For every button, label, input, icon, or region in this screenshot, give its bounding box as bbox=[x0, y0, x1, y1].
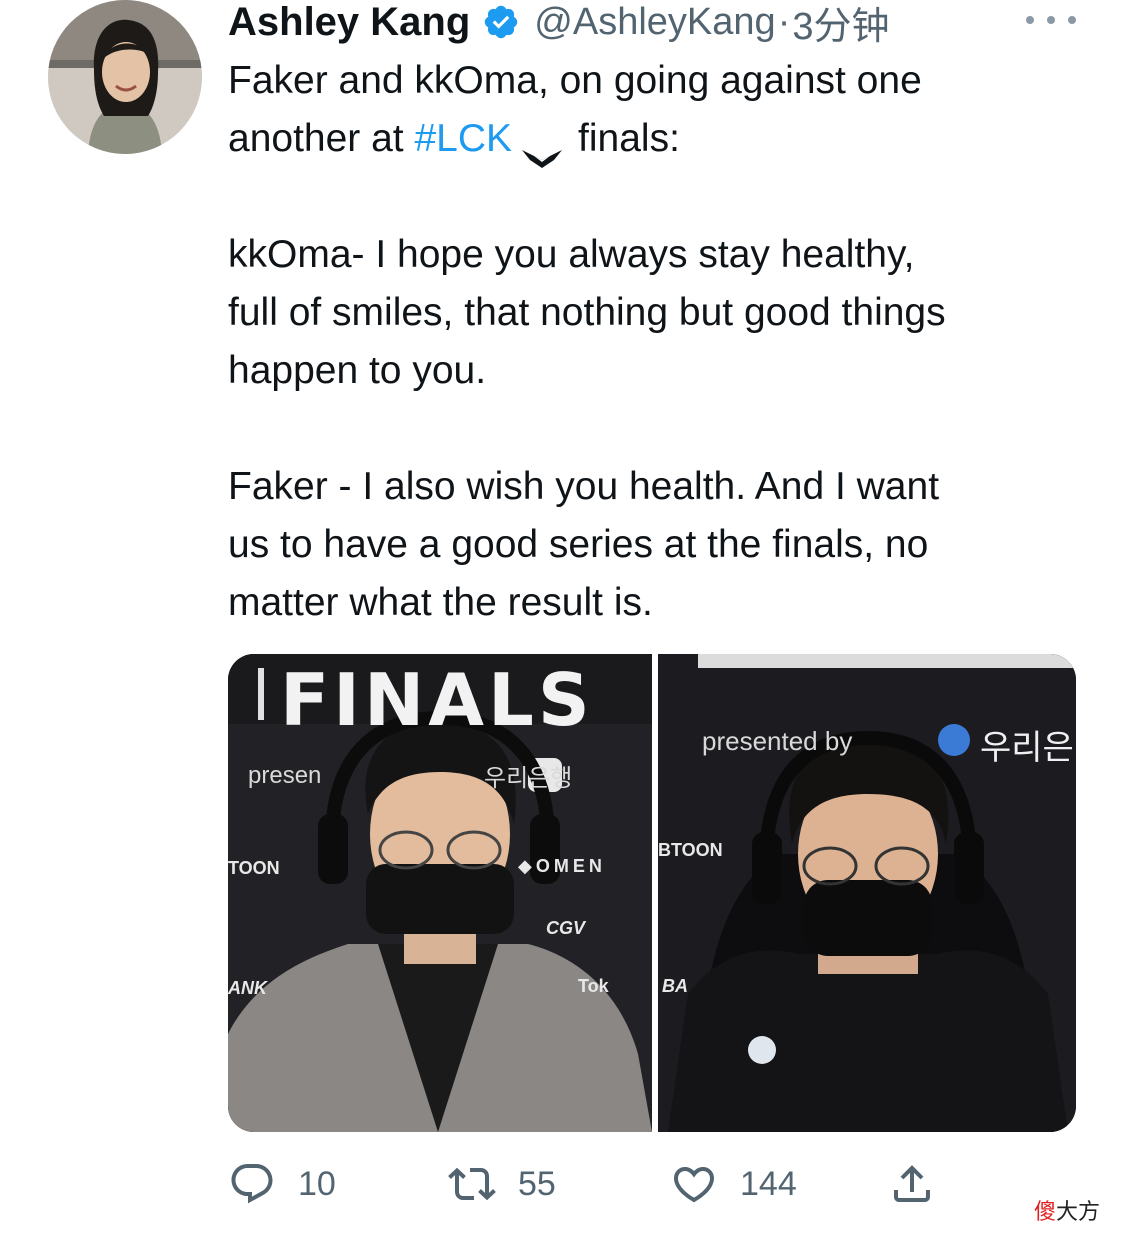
sponsor-omen: ◆OMEN bbox=[518, 856, 606, 876]
retweet-count: 55 bbox=[518, 1164, 556, 1203]
sponsor-bank: 우리은 bbox=[980, 729, 1074, 767]
header-separator: · bbox=[777, 0, 791, 43]
like-count: 144 bbox=[740, 1164, 797, 1203]
tweet-line: kkOma- I hope you always stay healthy, bbox=[228, 233, 915, 276]
lck-bird-icon bbox=[520, 129, 564, 168]
watermark-text: 大方 bbox=[1056, 1200, 1101, 1225]
watermark: 傻大方 bbox=[1034, 1194, 1100, 1226]
sponsor-bank: 우리은행 bbox=[484, 765, 573, 792]
finals-banner-text: FINALS bbox=[280, 658, 594, 742]
verified-badge-icon bbox=[482, 3, 520, 41]
share-button[interactable] bbox=[888, 1156, 936, 1212]
tweet-timestamp[interactable]: 3分钟 bbox=[792, 0, 889, 50]
share-icon bbox=[894, 1165, 930, 1202]
media-photo-kkoma[interactable]: FINALS presen 우리은행 ◆OMEN TOON CGV ANK To… bbox=[228, 654, 652, 1132]
sponsor-presented: presented by bbox=[702, 726, 853, 756]
more-icon[interactable] bbox=[1026, 10, 1076, 30]
retweet-icon bbox=[448, 1167, 496, 1201]
tweet-body: Faker and kkOma, on going against one an… bbox=[228, 52, 1098, 632]
reply-button[interactable]: 10 bbox=[228, 1156, 336, 1212]
watermark-red-char: 傻 bbox=[1034, 1200, 1057, 1225]
tweet-line: us to have a good series at the finals, … bbox=[228, 523, 929, 566]
sponsor-tok: Tok bbox=[578, 976, 609, 996]
tweet-line: Faker and kkOma, on going against one bbox=[228, 59, 922, 102]
tweet-line: matter what the result is. bbox=[228, 581, 653, 624]
tweet-text-fragment: finals: bbox=[578, 117, 680, 160]
author-name[interactable]: Ashley Kang bbox=[228, 0, 470, 45]
sponsor-presented: presen bbox=[248, 762, 322, 789]
reply-count: 10 bbox=[298, 1164, 336, 1203]
avatar-photo bbox=[48, 0, 202, 154]
media-photo-faker[interactable]: presented by 우리은 BTOON BA bbox=[658, 654, 1076, 1132]
tweet-line: happen to you. bbox=[228, 349, 487, 392]
tweet-media: FINALS presen 우리은행 ◆OMEN TOON CGV ANK To… bbox=[228, 654, 1076, 1132]
like-icon bbox=[673, 1167, 715, 1203]
sponsor-ank: ANK bbox=[228, 978, 267, 998]
sponsor-btoon: BTOON bbox=[658, 840, 723, 860]
tweet-line: another at #LCK finals: bbox=[228, 110, 1098, 168]
tweet-text-fragment: another at bbox=[228, 117, 415, 160]
tweet-line: full of smiles, that nothing but good th… bbox=[228, 291, 946, 334]
tweet-header: Ashley Kang @AshleyKang · 3分钟 bbox=[228, 0, 889, 50]
hashtag-link[interactable]: #LCK bbox=[414, 117, 512, 160]
author-handle[interactable]: @AshleyKang bbox=[534, 1, 775, 44]
like-button[interactable]: 144 bbox=[670, 1156, 797, 1212]
author-avatar[interactable] bbox=[48, 0, 202, 154]
reply-icon bbox=[231, 1164, 273, 1204]
sponsor-ba: BA bbox=[662, 976, 688, 996]
tweet-line: Faker - I also wish you health. And I wa… bbox=[228, 465, 940, 508]
sponsor-cgv: CGV bbox=[546, 918, 586, 938]
retweet-button[interactable]: 55 bbox=[448, 1156, 556, 1212]
sponsor-toon: TOON bbox=[228, 858, 280, 878]
tweet-actions: 10 55 144 bbox=[228, 1156, 948, 1212]
